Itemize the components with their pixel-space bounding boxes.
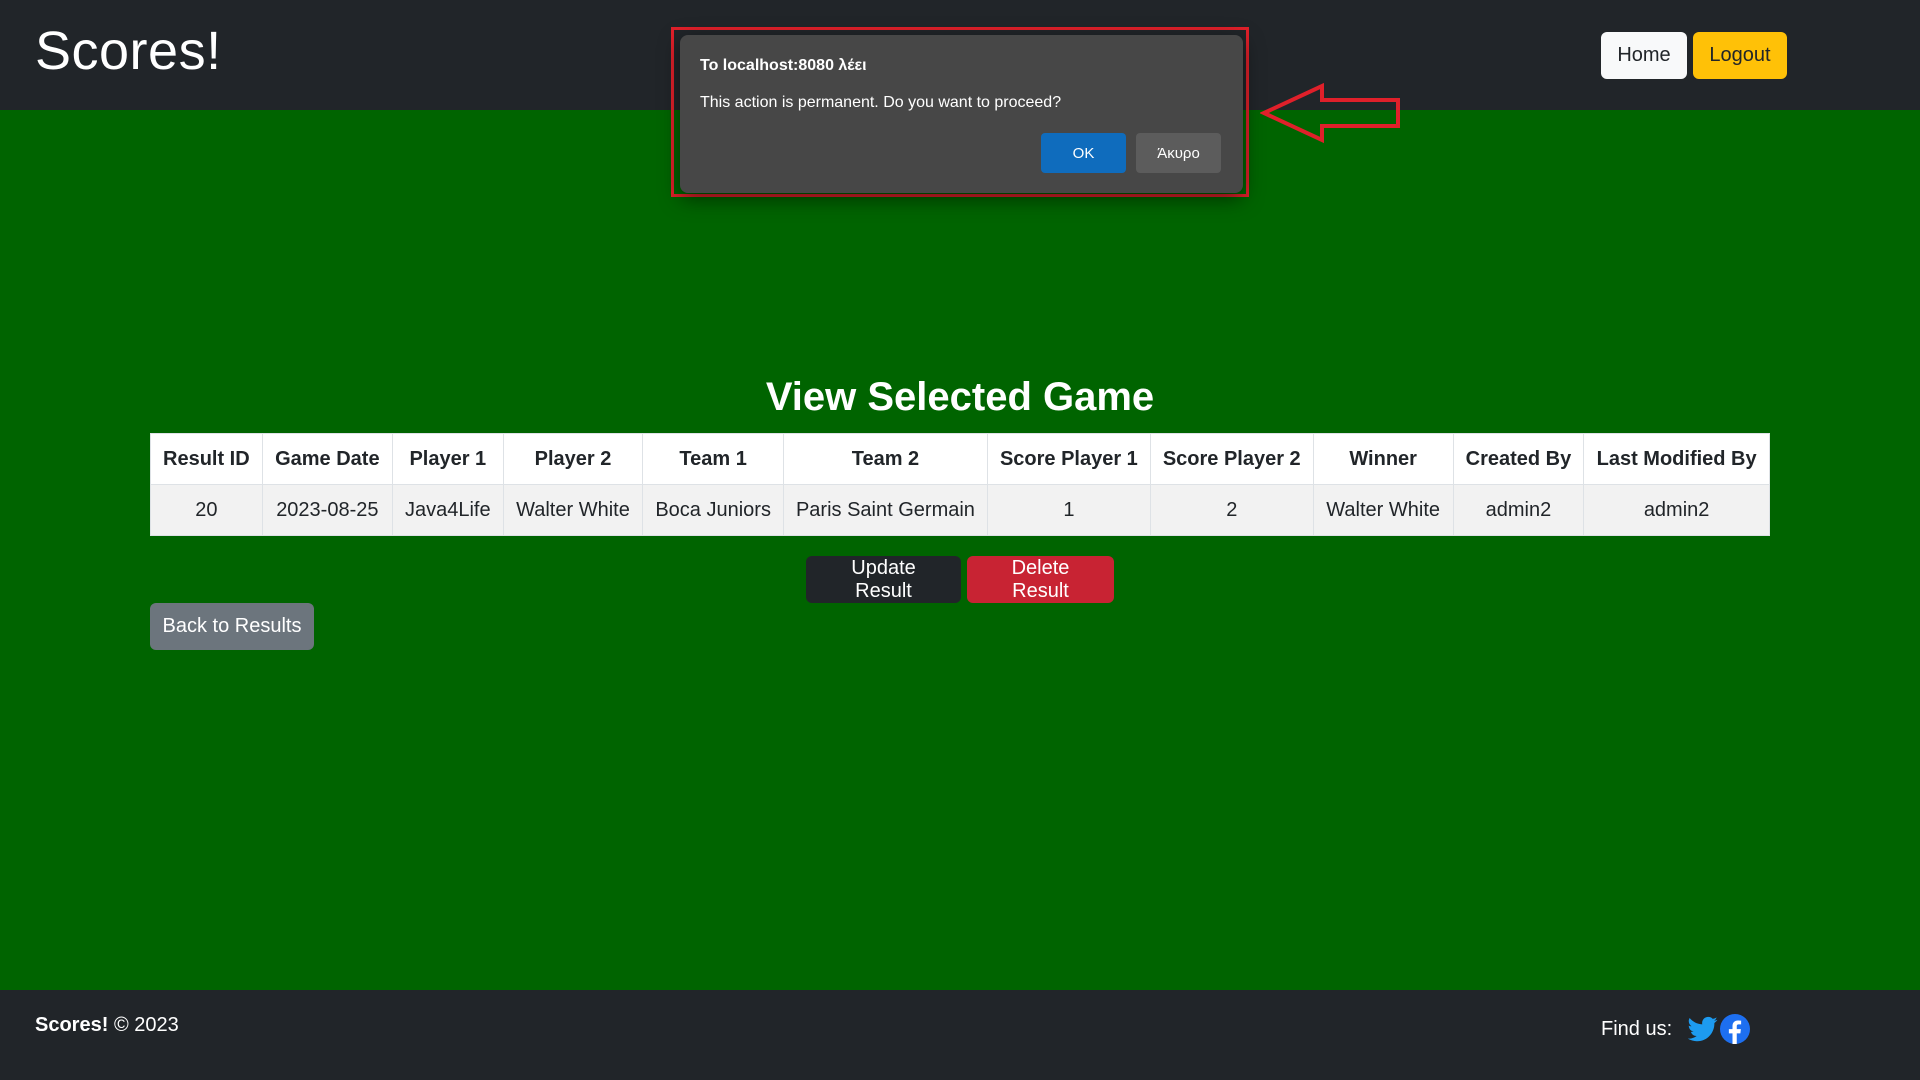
column-header: Winner bbox=[1312, 433, 1454, 485]
footer: Scores! © 2023 Find us: bbox=[0, 990, 1920, 1080]
table-cell: admin2 bbox=[1583, 484, 1770, 536]
table-cell: 1 bbox=[986, 484, 1151, 536]
table-cell: Java4Life bbox=[392, 484, 504, 536]
copyright-text: © 2023 bbox=[113, 1014, 179, 1036]
table-cell: admin2 bbox=[1452, 484, 1585, 536]
column-header: Score Player 1 bbox=[986, 433, 1151, 485]
table-cell: Walter White bbox=[1312, 484, 1454, 536]
column-header: Score Player 2 bbox=[1149, 433, 1314, 485]
home-button[interactable]: Home bbox=[1601, 32, 1687, 79]
social-links: Find us: bbox=[1601, 1014, 1751, 1044]
game-table: Result ID Game Date Player 1 Player 2 Te… bbox=[150, 433, 1770, 536]
confirm-dialog: To localhost:8080 λέει This action is pe… bbox=[680, 35, 1243, 193]
footer-brand: Scores! bbox=[35, 1014, 109, 1036]
column-header: Player 2 bbox=[502, 433, 644, 485]
column-header: Created By bbox=[1452, 433, 1585, 485]
table-cell: Walter White bbox=[502, 484, 644, 536]
table-cell: 2023-08-25 bbox=[261, 484, 394, 536]
dialog-title: To localhost:8080 λέει bbox=[700, 57, 867, 74]
column-header: Player 1 bbox=[392, 433, 504, 485]
annotation-arrow-icon bbox=[1260, 82, 1400, 144]
brand-logo[interactable]: Scores! bbox=[35, 20, 222, 82]
table-header-row: Result ID Game Date Player 1 Player 2 Te… bbox=[150, 433, 1770, 485]
table-row: 20 2023-08-25 Java4Life Walter White Boc… bbox=[150, 484, 1770, 536]
table-cell: 20 bbox=[150, 484, 263, 536]
back-to-results-button[interactable]: Back to Results bbox=[150, 603, 314, 650]
column-header: Result ID bbox=[150, 433, 263, 485]
column-header: Team 1 bbox=[642, 433, 784, 485]
table-cell: Paris Saint Germain bbox=[782, 484, 988, 536]
footer-copyright: Scores! © 2023 bbox=[35, 1014, 179, 1037]
dialog-cancel-button[interactable]: Άκυρο bbox=[1136, 133, 1221, 173]
delete-result-button[interactable]: Delete Result bbox=[967, 556, 1114, 603]
page-title: View Selected Game bbox=[765, 375, 1155, 419]
table-cell: Boca Juniors bbox=[642, 484, 784, 536]
column-header: Team 2 bbox=[782, 433, 988, 485]
column-header: Last Modified By bbox=[1583, 433, 1770, 485]
game-table-container: Result ID Game Date Player 1 Player 2 Te… bbox=[150, 433, 1770, 536]
table-cell: 2 bbox=[1149, 484, 1314, 536]
find-us-label: Find us: bbox=[1601, 1017, 1673, 1040]
update-result-button[interactable]: Update Result bbox=[806, 556, 961, 603]
dialog-message: This action is permanent. Do you want to… bbox=[700, 94, 1062, 111]
twitter-icon[interactable] bbox=[1687, 1014, 1718, 1044]
facebook-icon[interactable] bbox=[1720, 1014, 1751, 1044]
column-header: Game Date bbox=[261, 433, 394, 485]
logout-button[interactable]: Logout bbox=[1693, 32, 1787, 79]
dialog-ok-button[interactable]: OK bbox=[1041, 133, 1126, 173]
